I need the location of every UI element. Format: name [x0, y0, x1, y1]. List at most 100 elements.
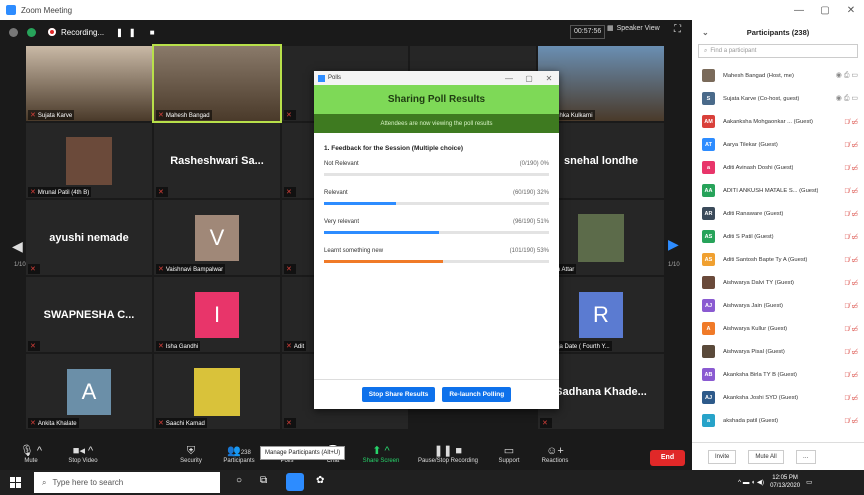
cortana-icon[interactable]: ○: [236, 475, 242, 486]
video-tile[interactable]: ayushi nemade ✕: [26, 200, 152, 275]
next-page-icon[interactable]: ▶: [668, 236, 679, 253]
tray-icons[interactable]: ^ ▬ ◖ ◀): [738, 478, 764, 486]
video-tile[interactable]: I ✕ Isha Gandhi: [154, 277, 280, 352]
video-tile[interactable]: ✕ Mahesh Bangad: [152, 44, 282, 123]
muted-mic-video-icons[interactable]: 🎙̸ ▭̸: [844, 279, 858, 287]
video-tile[interactable]: SWAPNESHA C... ✕: [26, 277, 152, 352]
info-icon[interactable]: [9, 27, 18, 37]
participant-avatar: AS: [702, 230, 715, 243]
participant-list-item[interactable]: a Aditi Avinash Doshi (Guest) 🎙̸ ▭̸: [692, 156, 864, 179]
participant-list-item[interactable]: AJ Akanksha Joshi SYD (Guest) 🎙̸ ▭̸: [692, 386, 864, 409]
reactions-button[interactable]: ☺+ Reactions: [530, 442, 580, 464]
more-options-button[interactable]: …: [795, 449, 816, 464]
video-tile[interactable]: ✕ Sujata Karve: [26, 46, 152, 121]
poll-options: Not Relevant (0/190) 0% Relevant (60/190) 3…: [314, 161, 559, 268]
participant-avatar: AJ: [702, 391, 715, 404]
fullscreen-icon[interactable]: ⛶: [674, 24, 681, 35]
encryption-shield-icon[interactable]: [27, 27, 36, 37]
task-view-icon[interactable]: ⧉: [260, 475, 267, 486]
poll-header: Sharing Poll Results: [314, 85, 559, 114]
participants-count: 238: [240, 450, 251, 456]
participant-avatar: A: [702, 322, 715, 335]
minimize-icon[interactable]: —: [786, 5, 812, 16]
polls-app-icon: [318, 74, 325, 82]
share-screen-button[interactable]: ⬆ ^ Share Screen: [356, 442, 406, 464]
zoom-taskbar-icon[interactable]: [286, 473, 304, 491]
participant-list-item[interactable]: a akshada patil (Guest) 🎙̸ ▭̸: [692, 409, 864, 432]
participant-list-item[interactable]: AJ Aishwarya Jain (Guest) 🎙̸ ▭̸: [692, 294, 864, 317]
video-tile[interactable]: ✕ Mrunal Patil (4th B): [26, 123, 152, 198]
participant-list-item[interactable]: Aishwarya Pisal (Guest) 🎙̸ ▭̸: [692, 340, 864, 363]
participant-list-item[interactable]: S Sujata Karve (Co-host, guest) ◉ ⎙ ▭: [692, 87, 864, 110]
app-taskbar-icon[interactable]: ✿: [316, 475, 324, 486]
muted-mic-icon: ✕: [30, 420, 36, 427]
participant-list-item[interactable]: AT Aarya Tilekar (Guest) 🎙̸ ▭̸: [692, 133, 864, 156]
muted-mic-icon: ✕: [158, 189, 164, 196]
muted-mic-video-icons[interactable]: ◉ ⎙ ▭: [836, 94, 858, 103]
mute-all-button[interactable]: Mute All: [748, 449, 784, 464]
muted-mic-video-icons[interactable]: 🎙̸ ▭̸: [844, 348, 858, 356]
muted-mic-video-icons[interactable]: 🎙̸ ▭̸: [844, 302, 858, 310]
stop-share-results-button[interactable]: Stop Share Results: [361, 387, 436, 402]
participant-list-item[interactable]: Mahesh Bangad (Host, me) ◉ ⎙ ▭: [692, 64, 864, 87]
windows-start-icon[interactable]: [10, 477, 21, 488]
maximize-icon[interactable]: ▢: [812, 5, 838, 16]
participant-list-item[interactable]: AM Aakanksha Mohgaonkar ... (Guest) 🎙̸ ▭̸: [692, 110, 864, 133]
muted-mic-video-icons[interactable]: 🎙̸ ▭̸: [844, 118, 858, 126]
poll-option-label: Relevant: [324, 190, 348, 196]
mute-button[interactable]: 🎙 ^ Mute: [6, 442, 56, 464]
participant-name-text: Vaishnavi Bampalwar: [165, 267, 224, 273]
muted-mic-video-icons[interactable]: ◉ ⎙ ▭: [836, 71, 858, 80]
participant-name-text: Adit: [293, 344, 305, 350]
stop-video-button[interactable]: ■◂ ^ Stop Video: [58, 442, 108, 464]
video-tile[interactable]: A ✕ Ankita Khalate: [26, 354, 152, 429]
meeting-timer: 00:57:56: [570, 25, 606, 39]
end-meeting-button[interactable]: End: [650, 450, 685, 466]
video-tile[interactable]: Rasheshwari Sa... ✕: [154, 123, 280, 198]
polls-minimize-icon[interactable]: —: [499, 74, 519, 83]
speaker-view-button[interactable]: ▦ Speaker View: [607, 24, 660, 33]
participant-list-item[interactable]: A Aishwarya Kullur (Guest) 🎙̸ ▭̸: [692, 317, 864, 340]
participant-list-item[interactable]: AS Aditi Santosh Bapte Ty A (Guest) 🎙̸ ▭̸: [692, 248, 864, 271]
muted-mic-icon: ✕: [158, 343, 164, 350]
muted-mic-video-icons[interactable]: 🎙̸ ▭̸: [844, 325, 858, 333]
participant-list-item[interactable]: AB Akanksha Birla TY B (Guest) 🎙̸ ▭̸: [692, 363, 864, 386]
participant-avatar: AT: [702, 138, 715, 151]
muted-mic-video-icons[interactable]: 🎙̸ ▭̸: [844, 417, 858, 425]
muted-mic-video-icons[interactable]: 🎙̸ ▭̸: [844, 233, 858, 241]
notification-icon[interactable]: ▭: [806, 478, 812, 486]
polls-maximize-icon[interactable]: ▢: [519, 74, 539, 83]
muted-mic-video-icons[interactable]: 🎙̸ ▭̸: [844, 394, 858, 402]
video-tile[interactable]: ✕ Saachi Kamad: [154, 354, 280, 429]
pause-stop-recording-button[interactable]: ❚❚ ■ Pause/Stop Recording: [412, 442, 484, 464]
muted-mic-video-icons[interactable]: 🎙̸ ▭̸: [844, 210, 858, 218]
participant-list-item[interactable]: AR Aditi Ranaware (Guest) 🎙̸ ▭̸: [692, 202, 864, 225]
muted-mic-video-icons[interactable]: 🎙̸ ▭̸: [844, 371, 858, 379]
security-button[interactable]: ⛨ Security: [166, 442, 216, 464]
relaunch-polling-button[interactable]: Re-launch Polling: [442, 387, 512, 402]
participant-list-item[interactable]: AS Aditi S Patil (Guest) 🎙̸ ▭̸: [692, 225, 864, 248]
polls-close-icon[interactable]: ✕: [539, 74, 559, 83]
participant-name-label: ✕: [284, 264, 296, 274]
participant-search-input[interactable]: ⌕ Find a participant: [698, 44, 858, 58]
participant-list-name: Aishwarya Jain (Guest): [723, 302, 783, 309]
chevron-down-icon[interactable]: ⌄: [702, 28, 709, 37]
muted-mic-video-icons[interactable]: 🎙̸ ▭̸: [844, 256, 858, 264]
participant-photo: [194, 367, 240, 416]
participant-list-item[interactable]: AA ADITI ANKUSH MATALE S... (Guest) 🎙̸ ▭̸: [692, 179, 864, 202]
poll-result-bar: [324, 231, 439, 234]
close-icon[interactable]: ✕: [838, 5, 864, 16]
participant-avatar: AS: [702, 253, 715, 266]
participant-name-label: ✕ Sujata Karve: [28, 110, 75, 120]
participant-list-item[interactable]: Aishwarya Dalvi TY (Guest) 🎙̸ ▭̸: [692, 271, 864, 294]
taskbar-search-input[interactable]: ⌕ Type here to search: [34, 472, 220, 493]
pause-stop-record-icons[interactable]: ❚❚ ■: [116, 28, 160, 37]
muted-mic-video-icons[interactable]: 🎙̸ ▭̸: [844, 164, 858, 172]
invite-button[interactable]: Invite: [708, 449, 737, 464]
muted-mic-video-icons[interactable]: 🎙̸ ▭̸: [844, 187, 858, 195]
support-button[interactable]: ▭ Support: [484, 442, 534, 464]
muted-mic-video-icons[interactable]: 🎙̸ ▭̸: [844, 141, 858, 149]
previous-page-icon[interactable]: ◀: [12, 238, 23, 255]
participants-button[interactable]: 👥238 Participants: [214, 442, 264, 464]
video-tile[interactable]: V ✕ Vaishnavi Bampalwar: [154, 200, 280, 275]
